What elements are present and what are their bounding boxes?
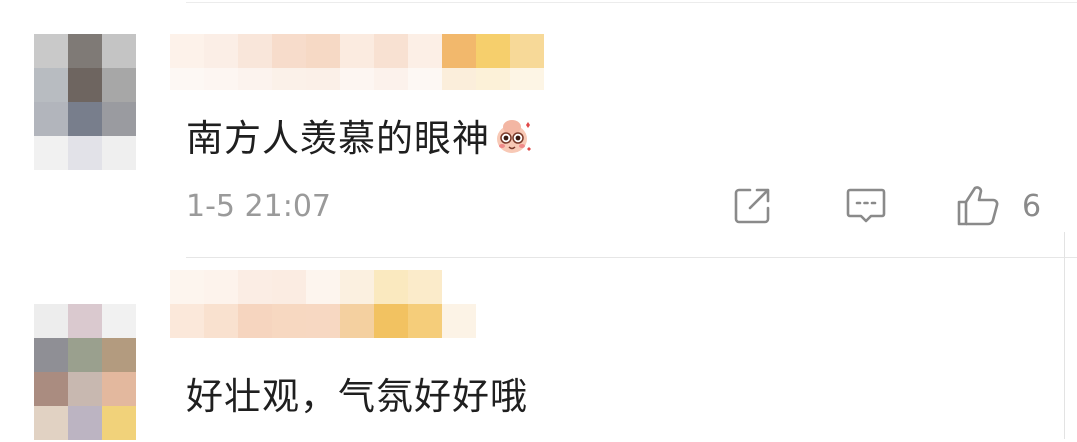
username-continued <box>170 304 476 338</box>
username[interactable] <box>170 34 544 68</box>
username[interactable] <box>170 270 442 304</box>
divider <box>186 2 1077 3</box>
share-icon[interactable] <box>730 182 776 228</box>
avatar-shadow <box>34 136 136 170</box>
comment-item: 南方人羡慕的眼神 1-5 21:07 6 <box>0 0 1077 258</box>
comment-item: 好壮观，气氛好好哦 <box>0 232 1077 442</box>
avatar[interactable] <box>34 304 136 442</box>
like-icon[interactable] <box>955 182 1001 228</box>
blushing-emoji-icon <box>492 117 532 157</box>
scrollbar-track[interactable] <box>1064 232 1065 439</box>
comment-time: 1-5 21:07 <box>186 189 331 224</box>
reply-icon[interactable] <box>843 182 889 228</box>
username-shadow <box>170 68 544 90</box>
comment-text: 好壮观，气氛好好哦 <box>186 375 528 418</box>
like-count: 6 <box>1022 189 1042 224</box>
avatar[interactable] <box>34 34 136 136</box>
comment-text: 南方人羡慕的眼神 <box>186 108 532 162</box>
